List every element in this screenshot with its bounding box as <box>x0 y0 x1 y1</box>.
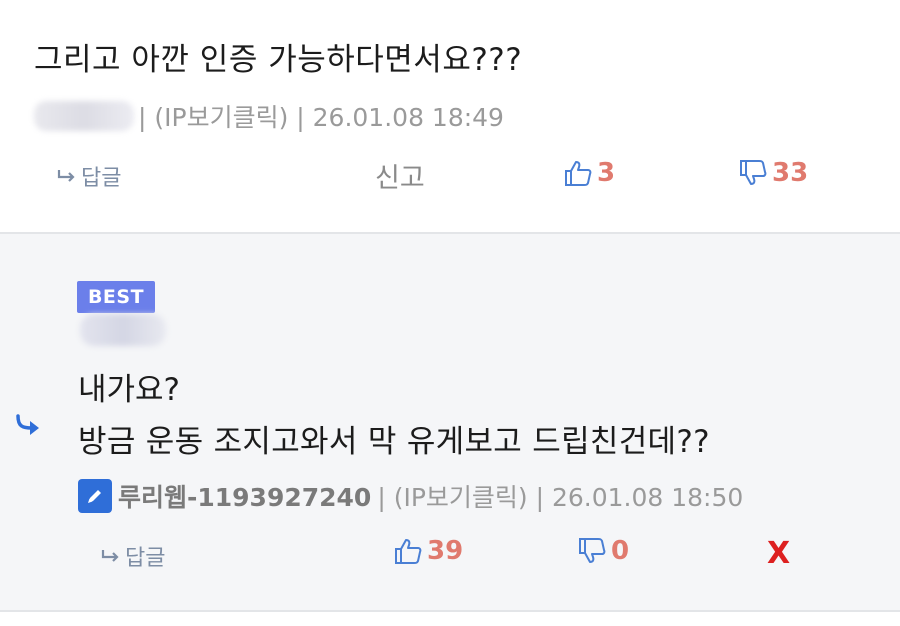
report-button[interactable]: 신고 <box>375 156 425 195</box>
comment-1-meta-text: | (IP보기클릭) | 26.01.08 18:49 <box>138 103 504 132</box>
like-button-2[interactable]: 39 <box>393 536 463 566</box>
comment-2-meta-text: | (IP보기클릭) | 26.01.08 18:50 <box>377 483 744 512</box>
delete-button[interactable]: X <box>767 536 790 571</box>
thumbs-down-icon <box>740 160 767 185</box>
author-name-blurred[interactable] <box>34 101 134 131</box>
dislike-count-2: 0 <box>611 536 630 566</box>
comment-1: 그리고 아깐 인증 가능하다면서요??? | (IP보기클릭) | 26.01.… <box>0 0 900 234</box>
dislike-button[interactable]: 33 <box>738 158 808 188</box>
reply-arrow-icon <box>57 170 75 182</box>
reply-button-2[interactable]: 답글 <box>100 540 165 572</box>
reply-indicator-icon <box>16 414 39 435</box>
reply-arrow-icon <box>101 550 119 562</box>
comment-1-meta: | (IP보기클릭) | 26.01.08 18:49 <box>34 98 504 134</box>
author-name[interactable]: 루리웹-1193927240 <box>118 478 371 514</box>
reply-target-name-blurred <box>80 314 166 346</box>
comment-2-best-reply: BEST 내가요? 방금 운동 조지고와서 막 유게보고 드립친건데?? 루리웹… <box>0 234 900 612</box>
reply-label: 답글 <box>81 166 122 191</box>
comment-2-meta: 루리웹-1193927240 | (IP보기클릭) | 26.01.08 18:… <box>78 478 743 514</box>
comment-1-text: 그리고 아깐 인증 가능하다면서요??? <box>34 42 523 78</box>
dislike-button-2[interactable]: 0 <box>577 536 629 566</box>
dislike-count: 33 <box>772 158 809 188</box>
best-badge: BEST <box>77 281 155 313</box>
like-count-2: 39 <box>427 536 464 566</box>
thumbs-down-icon <box>579 538 606 563</box>
reply-label-2: 답글 <box>125 546 166 571</box>
reply-button[interactable]: 답글 <box>56 160 121 192</box>
thumbs-up-icon <box>565 161 592 186</box>
like-button[interactable]: 3 <box>563 158 615 188</box>
pencil-icon <box>78 479 112 513</box>
page-bottom <box>0 612 900 626</box>
like-count: 3 <box>597 158 616 188</box>
comment-2-text-line-2: 방금 운동 조지고와서 막 유게보고 드립친건데?? <box>78 424 710 460</box>
comment-2-text-line-1: 내가요? <box>78 372 181 408</box>
thumbs-up-icon <box>395 539 422 564</box>
